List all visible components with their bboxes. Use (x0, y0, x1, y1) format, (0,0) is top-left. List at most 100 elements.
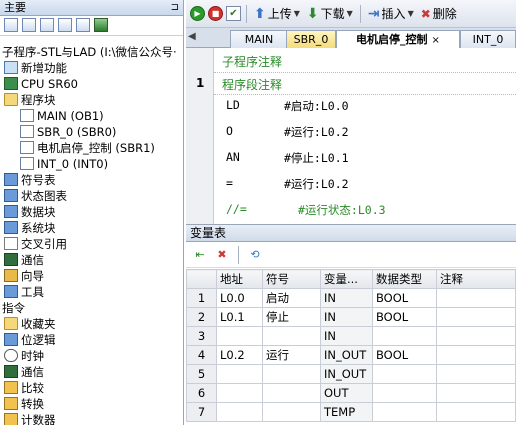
row-number[interactable]: 1 (186, 288, 217, 308)
row-number[interactable]: 2 (186, 307, 217, 327)
table-row[interactable]: 1 L0.0 启动 IN BOOL (186, 288, 516, 308)
monitor-icon[interactable] (94, 18, 108, 32)
compile-button[interactable]: ✔ (226, 6, 241, 21)
column-header-address[interactable]: 地址 (216, 269, 263, 289)
tree-item[interactable]: 计数器 (0, 412, 183, 425)
cell-address[interactable]: L0.0 (216, 288, 263, 308)
tree-item[interactable]: 通信 (0, 252, 183, 268)
stl-operand[interactable]: #运行:L0.2 (284, 124, 349, 140)
tree-item[interactable]: 位逻辑 (0, 332, 183, 348)
update-icon[interactable]: ⟲ (247, 248, 263, 262)
cell-comment[interactable] (436, 345, 516, 365)
download-button[interactable]: ⬇ 下载 ▼ (305, 3, 355, 25)
tab-scroll-icon[interactable]: ◀ (188, 31, 196, 42)
tree-item[interactable]: 数据块 (0, 204, 183, 220)
table-row[interactable]: 6 OUT (186, 383, 516, 403)
tree-item[interactable]: SBR_0 (SBR0) (0, 124, 183, 140)
stl-editor[interactable]: 子程序注释 1 程序段注释 LD #启动:L0.0 O #运行:L0.2 AN … (186, 48, 516, 224)
tree-item[interactable]: 电机启停_控制 (SBR1) (0, 140, 183, 156)
insert-row-icon[interactable]: ⇤ (192, 248, 208, 262)
cell-data-type[interactable] (372, 326, 437, 346)
tab-main[interactable]: MAIN (230, 30, 288, 48)
row-number[interactable]: 5 (186, 364, 217, 384)
tree-item[interactable]: 状态图表 (0, 188, 183, 204)
cell-var-type[interactable]: IN (320, 288, 373, 308)
chevron-down-icon[interactable]: ▼ (294, 9, 300, 18)
view-icon[interactable] (4, 18, 18, 32)
tree-item[interactable]: CPU SR60 (0, 76, 183, 92)
stl-operand[interactable]: #启动:L0.0 (284, 98, 349, 114)
cell-var-type[interactable]: IN (320, 307, 373, 327)
project-path[interactable]: 子程序-STL与LAD (I:\微信公众号· (2, 44, 177, 60)
tree-item[interactable]: 时钟 (0, 348, 183, 364)
cell-symbol[interactable]: 停止 (262, 307, 321, 327)
cell-address[interactable] (216, 364, 263, 384)
list-icon[interactable] (40, 18, 54, 32)
close-icon[interactable]: × (432, 35, 440, 46)
cell-symbol[interactable] (262, 402, 321, 422)
tab-int0[interactable]: INT_0 (460, 30, 516, 48)
table-row[interactable]: 5 IN_OUT (186, 364, 516, 384)
properties-icon[interactable] (76, 18, 90, 32)
tree-item[interactable]: 符号表 (0, 172, 183, 188)
table-row[interactable]: 2 L0.1 停止 IN BOOL (186, 307, 516, 327)
row-number[interactable]: 4 (186, 345, 217, 365)
cell-var-type[interactable]: IN (320, 326, 373, 346)
row-number[interactable]: 3 (186, 326, 217, 346)
tree-item[interactable]: 收藏夹 (0, 316, 183, 332)
cell-symbol[interactable] (262, 326, 321, 346)
tree-item[interactable]: 系统块 (0, 220, 183, 236)
cell-symbol[interactable]: 启动 (262, 288, 321, 308)
upload-button[interactable]: ⬆ 上传 ▼ (252, 3, 302, 25)
cell-comment[interactable] (436, 307, 516, 327)
cell-address[interactable] (216, 402, 263, 422)
stop-button[interactable]: ■ (208, 6, 223, 21)
cell-symbol[interactable] (262, 383, 321, 403)
cell-address[interactable]: L0.1 (216, 307, 263, 327)
tree-item[interactable]: 工具 (0, 284, 183, 300)
delete-row-icon[interactable]: ✖ (214, 248, 230, 262)
column-header-comment[interactable]: 注释 (436, 269, 516, 289)
tree-item[interactable]: 交叉引用 (0, 236, 183, 252)
cell-comment[interactable] (436, 402, 516, 422)
cell-var-type[interactable]: IN_OUT (320, 345, 373, 365)
table-row[interactable]: 3 IN (186, 326, 516, 346)
cell-symbol[interactable]: 运行 (262, 345, 321, 365)
column-header-data-type[interactable]: 数据类型 (372, 269, 437, 289)
cell-address[interactable] (216, 326, 263, 346)
stl-operand[interactable]: #运行:L0.2 (284, 176, 349, 192)
cell-data-type[interactable]: BOOL (372, 307, 437, 327)
tree-item[interactable]: MAIN (OB1) (0, 108, 183, 124)
table-row[interactable]: 7 TEMP (186, 402, 516, 422)
tree-item[interactable]: 程序块 (0, 92, 183, 108)
cell-data-type[interactable]: BOOL (372, 288, 437, 308)
cell-var-type[interactable]: OUT (320, 383, 373, 403)
cell-data-type[interactable]: BOOL (372, 345, 437, 365)
cell-comment[interactable] (436, 383, 516, 403)
grid-icon[interactable] (22, 18, 36, 32)
cell-data-type[interactable] (372, 383, 437, 403)
cell-comment[interactable] (436, 326, 516, 346)
table-row[interactable]: 4 L0.2 运行 IN_OUT BOOL (186, 345, 516, 365)
cell-comment[interactable] (436, 288, 516, 308)
network-comment[interactable]: 程序段注释 (222, 76, 282, 93)
cell-var-type[interactable]: TEMP (320, 402, 373, 422)
tree-item[interactable]: INT_0 (INT0) (0, 156, 183, 172)
tree-item[interactable]: 指令 (0, 300, 183, 316)
run-button[interactable]: ▶ (190, 6, 205, 21)
column-header-var-type[interactable]: 变量... (320, 269, 373, 289)
stl-operand[interactable]: #停止:L0.1 (284, 150, 349, 166)
pin-icon[interactable]: ⊐ (171, 0, 179, 16)
delete-button[interactable]: ✖ 删除 (419, 3, 459, 25)
column-header-symbol[interactable]: 符号 (262, 269, 321, 289)
cell-address[interactable] (216, 383, 263, 403)
stl-op[interactable]: AN (226, 150, 240, 164)
stl-op-commented[interactable]: //= (226, 202, 247, 216)
chevron-down-icon[interactable]: ▼ (347, 9, 353, 18)
insert-button[interactable]: ⇥ 插入 ▼ (366, 3, 416, 25)
tree-item[interactable]: 新增功能 (0, 60, 183, 76)
tree-item[interactable]: 向导 (0, 268, 183, 284)
tab-sbr0[interactable]: SBR_0 (286, 30, 336, 48)
tree-item[interactable]: 转换 (0, 396, 183, 412)
stl-op[interactable]: O (226, 124, 233, 138)
